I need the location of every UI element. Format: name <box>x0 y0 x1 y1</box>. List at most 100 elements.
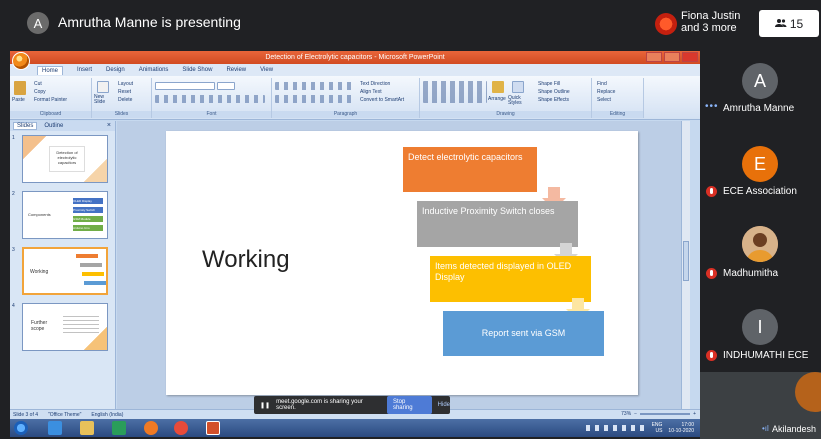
clipboard-group-label: Clipboard <box>10 111 91 118</box>
font-format-icons[interactable] <box>155 95 265 103</box>
select-button[interactable]: Select <box>597 97 611 103</box>
cut-button[interactable]: Cut <box>34 81 42 87</box>
chrome-icon[interactable] <box>174 421 188 435</box>
paste-button[interactable]: Paste <box>12 97 25 103</box>
tab-slide-show[interactable]: Slide Show <box>182 67 212 73</box>
editing-group: Find Replace Select Editing <box>592 78 644 118</box>
copy-button[interactable]: Copy <box>34 89 46 95</box>
slide-thumbnail-1[interactable]: Detection of electrolytic capacitors <box>22 135 108 183</box>
others-line-2: and 3 more <box>681 22 737 34</box>
shapes-gallery[interactable] <box>423 81 487 103</box>
vertical-scrollbar[interactable] <box>681 121 690 409</box>
font-name-box[interactable] <box>155 82 215 90</box>
ppt-title-bar: Detection of Electrolytic capacitors - M… <box>10 51 700 64</box>
shared-screen-powerpoint: Detection of Electrolytic capacitors - M… <box>10 51 700 437</box>
internet-explorer-icon[interactable] <box>48 421 62 435</box>
slide-thumbnail-2[interactable]: Components OLED Display Proximity Switch… <box>22 191 108 239</box>
ribbon: Paste Cut Copy Format Painter Clipboard … <box>10 76 700 120</box>
paragraph-group: Text Direction Align Text Convert to Sma… <box>272 78 420 118</box>
font-size-box[interactable] <box>217 82 235 90</box>
tray-icons[interactable] <box>585 425 646 431</box>
slides-group-label: Slides <box>92 111 151 118</box>
mic-off-icon <box>706 350 717 361</box>
font-group: Font <box>152 78 272 118</box>
new-slide-button[interactable]: New Slide <box>94 95 114 105</box>
scrollbar-thumb[interactable] <box>683 241 689 281</box>
paste-icon[interactable] <box>14 81 26 95</box>
shape-fill-button[interactable]: Shape Fill <box>538 81 560 87</box>
participant-name: Amrutha Manne <box>723 103 795 114</box>
convert-smartart-button[interactable]: Convert to SmartArt <box>360 97 404 103</box>
arrange-icon[interactable] <box>492 81 504 93</box>
tab-insert[interactable]: Insert <box>77 67 92 73</box>
firefox-icon[interactable] <box>144 421 158 435</box>
thumbnail-step <box>84 281 106 285</box>
thumbnail-title: Components <box>28 212 51 217</box>
system-tray: ENG US 17:00 10-10-2020 <box>585 422 694 434</box>
reset-button[interactable]: Reset <box>118 89 131 95</box>
people-button[interactable]: 15 <box>759 10 819 37</box>
powerpoint-taskbar-icon[interactable] <box>206 421 220 435</box>
media-icon[interactable] <box>112 421 126 435</box>
tray-date: 10-10-2020 <box>668 428 694 434</box>
participant-avatar: E <box>742 146 778 182</box>
align-text-button[interactable]: Align Text <box>360 89 382 95</box>
shape-outline-button[interactable]: Shape Outline <box>538 89 570 95</box>
thumbnail-number: 3 <box>12 247 15 253</box>
tab-animations[interactable]: Animations <box>139 67 169 73</box>
tab-review[interactable]: Review <box>226 67 246 73</box>
start-button[interactable] <box>14 421 28 435</box>
file-explorer-icon[interactable] <box>80 421 94 435</box>
tab-view[interactable]: View <box>260 67 273 73</box>
close-icon[interactable] <box>682 52 698 62</box>
zoom-slider[interactable] <box>640 413 691 415</box>
hide-button[interactable]: Hide <box>438 402 450 408</box>
format-painter-button[interactable]: Format Painter <box>34 97 67 103</box>
current-slide[interactable]: Working Detect electrolytic capacitors I… <box>166 131 638 395</box>
zoom-control: 73% − + <box>621 411 696 417</box>
find-button[interactable]: Find <box>597 81 607 87</box>
tray-language: ENG US <box>652 422 663 434</box>
font-group-label: Font <box>152 111 271 118</box>
list-format-icons[interactable] <box>275 82 353 90</box>
thumbnail-body-text <box>63 316 99 336</box>
more-options-icon[interactable]: ••• <box>705 101 719 112</box>
replace-button[interactable]: Replace <box>597 89 615 95</box>
tab-slides[interactable]: Slides <box>13 122 38 130</box>
mic-off-icon <box>706 186 717 197</box>
tab-outline[interactable]: Outline <box>41 123 66 129</box>
tab-home[interactable]: Home <box>37 65 64 75</box>
quick-styles-icon[interactable] <box>512 81 524 93</box>
new-slide-icon[interactable] <box>97 81 109 93</box>
arrange-button[interactable]: Arrange <box>488 96 506 102</box>
audio-level-icon: •ıl <box>762 424 769 433</box>
maximize-icon[interactable] <box>664 52 680 62</box>
thumbnail-item: Proximity Switch <box>73 207 103 213</box>
zoom-out-icon[interactable]: − <box>634 411 637 417</box>
minimize-icon[interactable] <box>646 52 662 62</box>
flow-step-1: Detect electrolytic capacitors <box>403 147 537 192</box>
participant-name: INDHUMATHI ECE <box>723 350 809 361</box>
tab-design[interactable]: Design <box>106 67 125 73</box>
quick-styles-button[interactable]: Quick Styles <box>508 96 530 106</box>
participant-name: ECE Association <box>723 186 797 197</box>
zoom-in-icon[interactable]: + <box>693 411 696 417</box>
pane-tabs: Slides Outline <box>10 121 115 131</box>
office-button[interactable] <box>12 52 30 70</box>
shape-effects-button[interactable]: Shape Effects <box>538 97 569 103</box>
tray-clock[interactable]: 17:00 10-10-2020 <box>668 422 694 434</box>
slide-counter: Slide 3 of 4 <box>13 411 39 418</box>
close-icon[interactable]: × <box>107 122 111 129</box>
slide-edit-area[interactable]: Working Detect electrolytic capacitors I… <box>117 121 690 409</box>
people-icon <box>774 17 787 31</box>
slide-thumbnail-3[interactable]: Working <box>22 247 108 295</box>
text-direction-button[interactable]: Text Direction <box>360 81 390 87</box>
window-controls <box>646 52 698 62</box>
stop-sharing-button[interactable]: Stop sharing <box>386 396 432 414</box>
participant-avatar: A <box>742 63 778 99</box>
delete-button[interactable]: Delete <box>118 97 132 103</box>
slide-thumbnail-4[interactable]: Further scope <box>22 303 108 351</box>
align-format-icons[interactable] <box>275 95 353 103</box>
presenting-label: Amrutha Manne is presenting <box>58 14 241 30</box>
layout-button[interactable]: Layout <box>118 81 133 87</box>
